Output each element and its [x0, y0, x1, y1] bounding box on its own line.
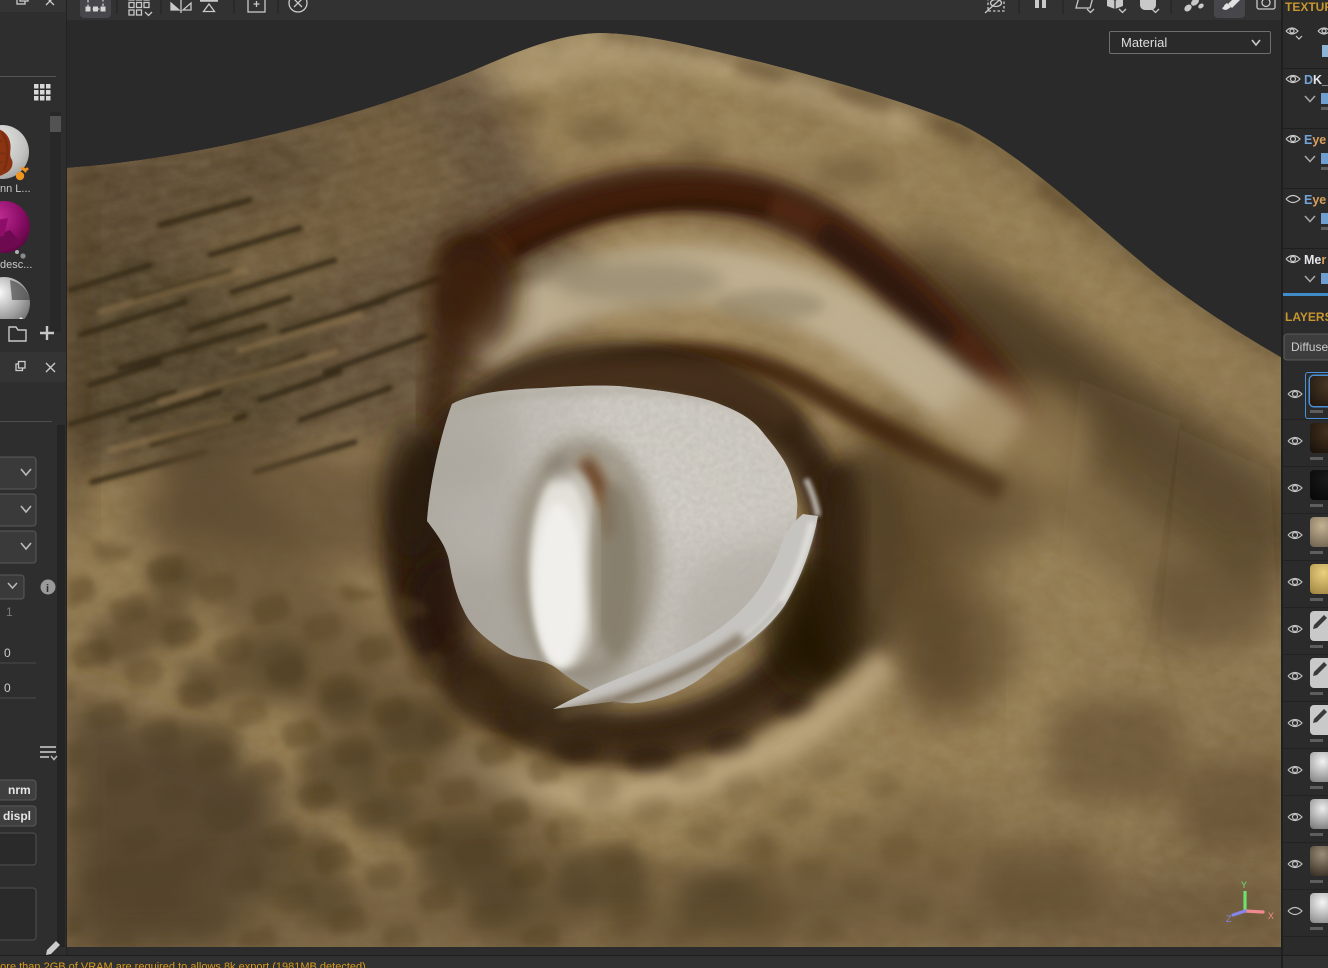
svg-text:0: 0: [4, 646, 11, 660]
svg-text:Eye: Eye: [1304, 193, 1326, 207]
svg-text:desc...: desc...: [0, 259, 32, 271]
svg-text:X: X: [1268, 911, 1274, 921]
svg-text:0: 0: [4, 681, 11, 695]
svg-text:1: 1: [6, 605, 13, 619]
svg-text:Mer: Mer: [1304, 253, 1326, 267]
svg-text:Eye: Eye: [1304, 133, 1326, 147]
svg-text:LAYERS: LAYERS: [1285, 310, 1328, 324]
svg-text:i: i: [46, 583, 49, 595]
svg-text:displ: displ: [3, 809, 31, 823]
svg-text:Diffuse: Diffuse: [1291, 340, 1328, 354]
svg-text:nn L...: nn L...: [0, 183, 31, 195]
svg-text:TEXTUR: TEXTUR: [1285, 0, 1328, 14]
svg-text:Y: Y: [1241, 880, 1247, 890]
svg-text:nrm: nrm: [8, 783, 31, 797]
svg-text:DK_: DK_: [1304, 73, 1328, 87]
svg-text:Z: Z: [1226, 914, 1232, 924]
